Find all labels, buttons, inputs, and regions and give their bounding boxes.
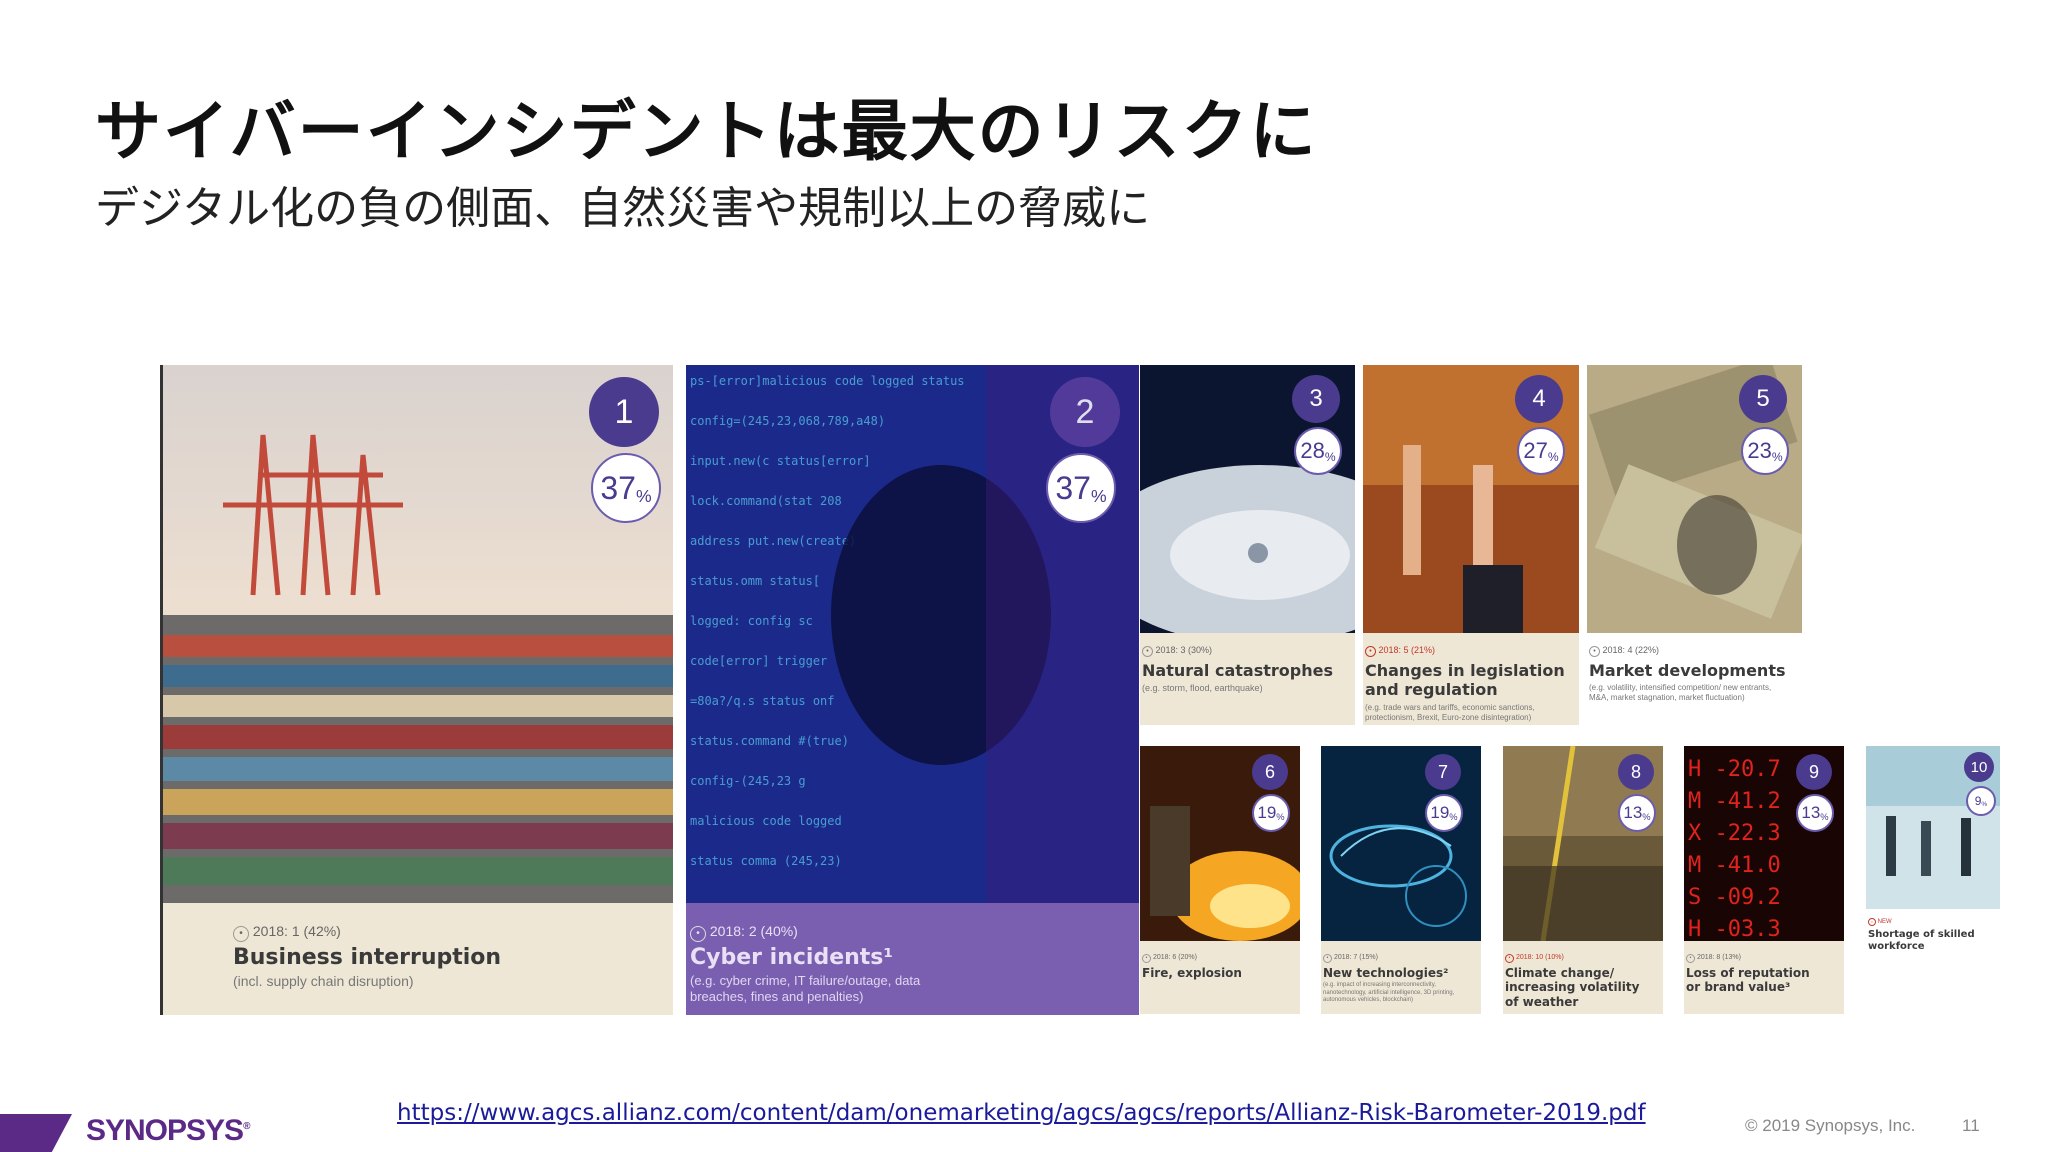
svg-text:X -22.3: X -22.3 [1688,821,1781,846]
risk-card-2: ps-[error]malicious code logged status c… [686,365,1139,1015]
cyber-code-face-photo: ps-[error]malicious code logged status c… [686,365,1139,903]
risk-description: (e.g. impact of increasing interconnecti… [1323,982,1455,1003]
percent-badge: 27% [1517,427,1565,475]
trend-icon: • [1142,646,1153,657]
port-containers-photo [163,365,673,903]
trend-icon: • [1323,954,1332,963]
rank-badge: 6 [1252,754,1288,790]
risk-description: (e.g. volatility, intensified competitio… [1589,683,1772,702]
trend-icon: • [1365,646,1376,657]
percent-badge: 13% [1796,794,1834,832]
svg-text:status.command #(true): status.command #(true) [690,734,849,748]
risk-card-8: 8 13% • 2018: 10 (10%) Climate change/ i… [1503,746,1663,1014]
risk-card-4: 4 27% • 2018: 5 (21%) Changes in legisla… [1363,365,1579,725]
trend-icon: • [1686,954,1695,963]
previous-rank: • 2018: 8 (13%) [1686,954,1741,963]
svg-text:H -20.7: H -20.7 [1688,757,1781,782]
risk-name: Fire, explosion [1142,966,1242,980]
trend-icon: • [1142,954,1151,963]
risk-name: Climate change/ increasing volatility of… [1505,966,1640,1009]
svg-text:=80a?/q.s status onf: =80a?/q.s status onf [690,694,835,708]
svg-text:input.new(c status[error]: input.new(c status[error] [690,454,871,468]
risk-name: Natural catastrophes [1142,661,1333,680]
rank-badge: 10 [1964,752,1994,782]
rank-badge: 3 [1292,375,1340,423]
svg-text:config-(245,23 g: config-(245,23 g [690,774,806,788]
copyright-text: © 2019 Synopsys, Inc. [1745,1116,1916,1135]
previous-rank: • 2018: 7 (15%) [1323,954,1378,963]
percent-badge: 28% [1294,427,1342,475]
svg-text:address put.new(create): address put.new(create) [690,534,856,548]
risk-card-3: 3 28% • 2018: 3 (30%) Natural catastroph… [1140,365,1355,725]
percent-badge: 19% [1425,794,1463,832]
risk-name: Changes in legislation and regulation [1365,661,1565,700]
previous-rank: • 2018: 1 (42%) [233,923,341,942]
svg-text:M -41.0: M -41.0 [1688,853,1781,878]
svg-text:lock.command(stat 208: lock.command(stat 208 [690,494,842,508]
risk-description: (e.g. trade wars and tariffs, economic s… [1365,703,1535,722]
risk-card-9: H -20.7 M -41.2 X -22.3 M -41.0 S -09.2 … [1684,746,1844,1014]
risk-card-10: 10 9% • NEW Shortage of skilled workforc… [1866,746,2000,966]
svg-text:S -09.2: S -09.2 [1688,885,1781,910]
risk-description: (e.g. storm, flood, earthquake) [1142,683,1263,693]
trend-icon: • [233,926,249,942]
percent-badge: 37% [591,453,661,523]
previous-rank: • 2018: 5 (21%) [1365,645,1435,657]
svg-text:code[error] trigger: code[error] trigger [690,654,827,668]
previous-rank: • 2018: 10 (10%) [1505,954,1564,963]
rank-badge: 8 [1618,754,1654,790]
previous-rank: • 2018: 3 (30%) [1142,645,1212,657]
source-link[interactable]: https://www.agcs.allianz.com/content/dam… [397,1100,1646,1126]
previous-rank: • NEW [1868,918,1892,926]
risk-card-5: 5 23% • 2018: 4 (22%) Market development… [1587,365,1802,725]
svg-text:status.omm status[: status.omm status[ [690,574,820,588]
risk-name: Shortage of skilled workforce [1868,929,1975,952]
rank-badge: 2 [1050,377,1120,447]
risk-name: Market developments [1589,661,1786,680]
risk-name: New technologies² [1323,966,1449,980]
trend-icon: • [1505,954,1514,963]
percent-badge: 37% [1046,453,1116,523]
percent-badge: 23% [1741,427,1789,475]
rank-badge: 1 [589,377,659,447]
risk-card-6: 6 19% • 2018: 6 (20%) Fire, explosion [1140,746,1300,1014]
rank-badge: 7 [1425,754,1461,790]
svg-text:logged: config sc: logged: config sc [690,614,813,628]
synopsys-logo: SYNOPSYS® [86,1114,251,1147]
previous-rank: • 2018: 4 (22%) [1589,645,1659,657]
risk-card-7: 7 19% • 2018: 7 (15%) New technologies² … [1321,746,1481,1014]
percent-badge: 19% [1252,794,1290,832]
svg-text:M -41.2: M -41.2 [1688,789,1781,814]
trend-icon: • [1589,646,1600,657]
risk-description: (e.g. cyber crime, IT failure/outage, da… [690,973,921,1005]
rank-badge: 9 [1796,754,1832,790]
risk-name: Loss of reputation or brand value³ [1686,966,1810,995]
slide-title: サイバーインシデントは最大のリスクに [95,93,1318,170]
risk-card-1: 1 37% • 2018: 1 (42%) Business interrupt… [160,365,673,1015]
slide-subtitle: デジタル化の負の側面、自然災害や規制以上の脅威に [95,183,1151,234]
previous-rank: • 2018: 6 (20%) [1142,954,1197,963]
svg-text:ps-[error]malicious code logge: ps-[error]malicious code logged status [690,374,965,388]
trend-icon: • [690,926,706,942]
percent-badge: 9% [1966,786,1996,816]
page-number: 11 [1962,1116,1980,1135]
rank-badge: 4 [1515,375,1563,423]
new-icon: • [1868,918,1876,926]
svg-text:malicious code logged: malicious code logged [690,814,842,828]
svg-text:status comma (245,23): status comma (245,23) [690,854,842,868]
rank-badge: 5 [1739,375,1787,423]
footer-accent-bar [0,1114,72,1152]
risk-description: (incl. supply chain disruption) [233,973,414,989]
svg-text:H -03.3: H -03.3 [1688,917,1781,941]
risk-name: Cyber incidents¹ [690,945,894,970]
risk-name: Business interruption [233,945,502,970]
svg-text:config=(245,23,068,789,a48): config=(245,23,068,789,a48) [690,414,885,428]
percent-badge: 13% [1618,794,1656,832]
previous-rank: • 2018: 2 (40%) [690,923,798,942]
